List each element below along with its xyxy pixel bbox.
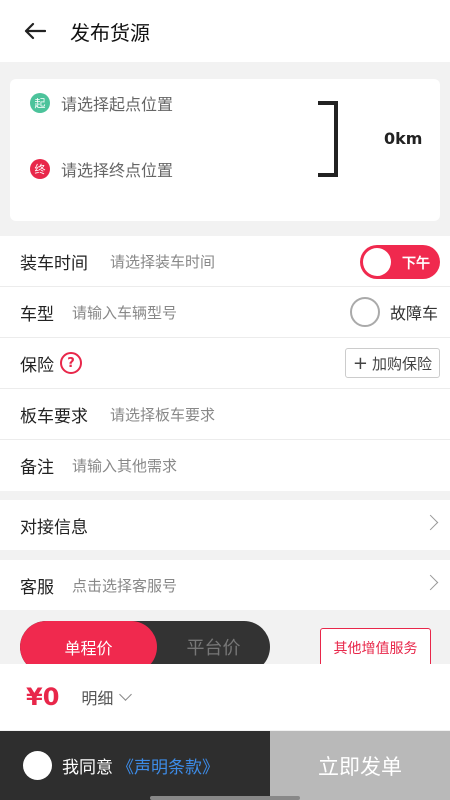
- arrow-left-icon: [24, 22, 46, 40]
- trailer-input[interactable]: 请选择板车要求: [110, 404, 215, 425]
- end-location-placeholder: 请选择终点位置: [61, 161, 174, 180]
- help-icon[interactable]: ?: [60, 352, 82, 374]
- end-badge-icon: 终: [30, 159, 50, 179]
- chevron-down-icon: [119, 688, 133, 701]
- buy-insurance-label: 加购保险: [371, 354, 432, 373]
- start-location-placeholder: 请选择起点位置: [61, 95, 174, 114]
- chevron-right-icon: [422, 514, 439, 531]
- distance-value: 0km: [384, 129, 423, 148]
- docking-info-row[interactable]: 对接信息: [0, 500, 450, 550]
- fault-vehicle-radio[interactable]: [349, 297, 380, 327]
- remark-label: 备注: [20, 458, 54, 478]
- submit-order-button[interactable]: 立即发单: [270, 731, 450, 800]
- toggle-knob: [363, 248, 391, 276]
- toggle-text: 下午: [402, 256, 430, 272]
- total-bar: ¥0 明细: [0, 664, 450, 730]
- agree-radio[interactable]: [23, 751, 52, 780]
- terms-link[interactable]: 《声明条款》: [117, 753, 219, 778]
- loading-time-row[interactable]: 装车时间 请选择装车时间 下午: [0, 236, 450, 287]
- remark-row: 备注 请输入其他需求: [0, 440, 450, 491]
- loading-time-label: 装车时间: [20, 253, 88, 274]
- customer-service-label: 客服: [20, 577, 54, 598]
- footer-bar: 我同意 《声明条款》 立即发单: [0, 731, 450, 800]
- agreement: 我同意 《声明条款》: [0, 731, 270, 800]
- customer-service-input: 点击选择客服号: [72, 576, 178, 595]
- route-card: 起 请选择起点位置 终 请选择终点位置 0km: [10, 79, 440, 221]
- insurance-row: 保险 ? + 加购保险: [0, 338, 450, 389]
- chevron-right-icon: [422, 574, 439, 591]
- vehicle-type-row: 车型 请输入车辆型号 故障车: [0, 287, 450, 338]
- price-detail-label: 明细: [81, 689, 114, 708]
- price-type-area: 单程价 平台价 其他增值服务: [0, 612, 450, 673]
- back-button[interactable]: [0, 0, 70, 62]
- docking-info-label: 对接信息: [20, 517, 88, 538]
- end-location-picker[interactable]: 终 请选择终点位置: [30, 154, 173, 184]
- start-location-picker[interactable]: 起 请选择起点位置: [30, 88, 173, 118]
- buy-insurance-button[interactable]: + 加购保险: [344, 348, 440, 378]
- other-services-button[interactable]: 其他增值服务: [320, 628, 431, 668]
- plus-icon: +: [352, 352, 368, 374]
- am-pm-toggle[interactable]: 下午: [360, 245, 440, 279]
- start-badge-icon: 起: [30, 93, 50, 113]
- app-header: 发布货源: [0, 0, 450, 62]
- home-indicator: [150, 796, 300, 800]
- fault-vehicle-option[interactable]: 故障车: [349, 297, 438, 327]
- agree-text: 我同意: [62, 758, 113, 778]
- trailer-row[interactable]: 板车要求 请选择板车要求: [0, 389, 450, 440]
- customer-service-row[interactable]: 客服 点击选择客服号: [0, 560, 450, 610]
- page-title: 发布货源: [70, 20, 150, 45]
- cargo-form: 装车时间 请选择装车时间 下午 车型 请输入车辆型号 故障车 保险 ? + 加购…: [0, 236, 450, 491]
- total-amount: ¥0: [26, 683, 60, 711]
- fault-vehicle-label: 故障车: [389, 304, 438, 323]
- insurance-label: 保险: [20, 355, 54, 376]
- loading-time-input[interactable]: 请选择装车时间: [110, 251, 215, 272]
- route-bracket: [318, 101, 338, 177]
- price-detail-toggle[interactable]: 明细: [81, 685, 133, 709]
- remark-input[interactable]: 请输入其他需求: [72, 455, 177, 476]
- vehicle-type-input[interactable]: 请输入车辆型号: [72, 302, 177, 323]
- vehicle-type-label: 车型: [20, 304, 54, 325]
- trailer-label: 板车要求: [20, 406, 88, 427]
